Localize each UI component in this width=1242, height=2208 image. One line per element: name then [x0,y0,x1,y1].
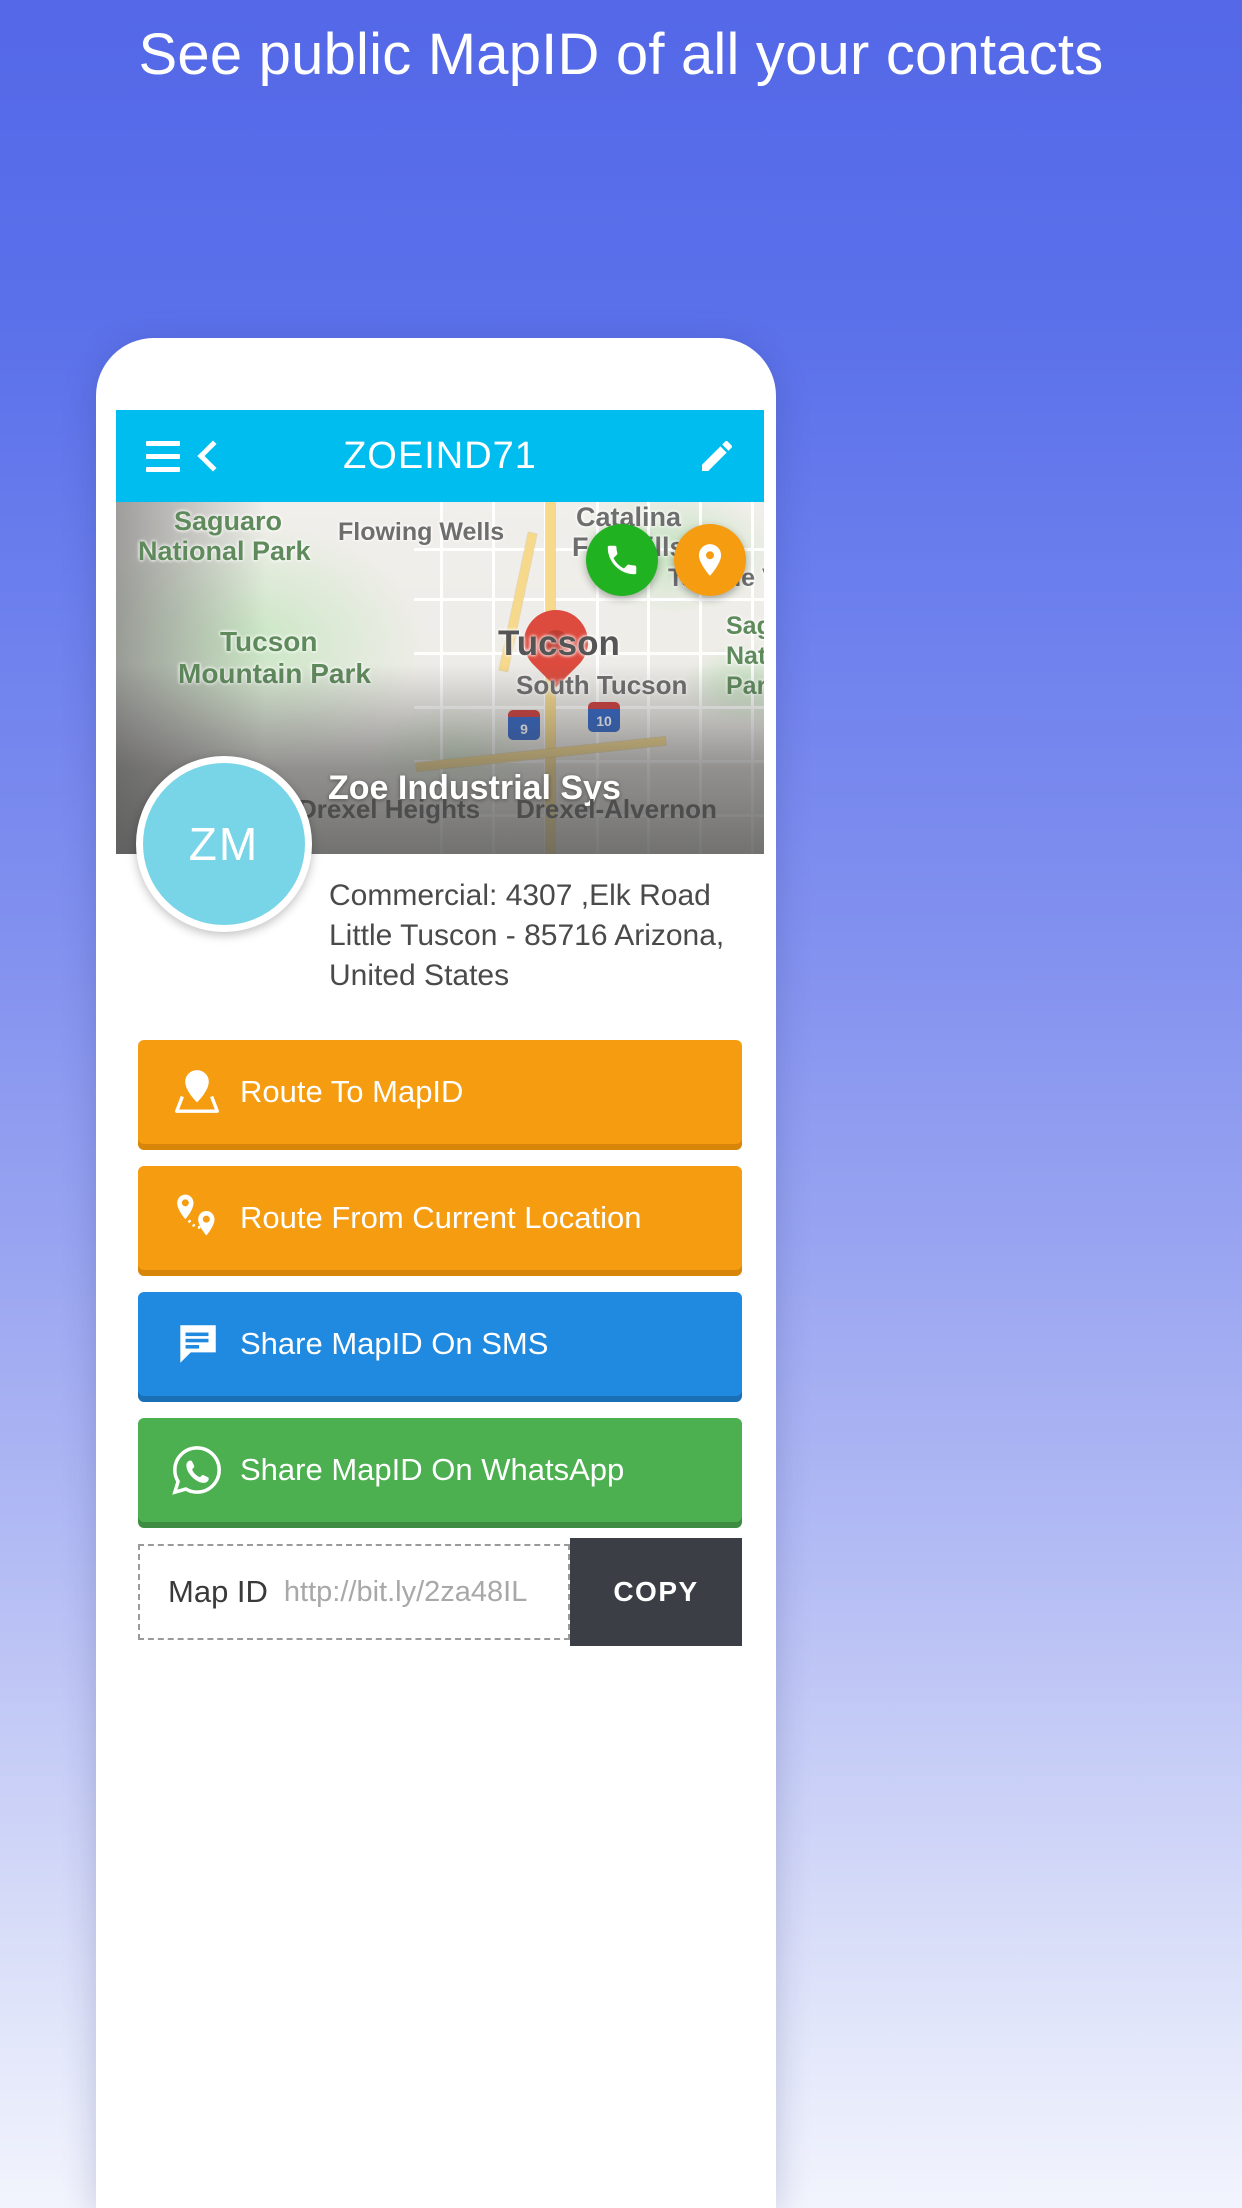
route-to-mapid-button[interactable]: Route To MapID [138,1040,742,1144]
map-label: Drexel-Alvernon [516,794,717,824]
contact-address: Commercial: 4307 ,Elk Road Little Tuscon… [329,876,750,996]
map-label: Flowing Wells [338,518,505,546]
whatsapp-icon [164,1439,230,1501]
location-fab-button[interactable] [674,524,746,596]
app-bar: ZOEIND71 [116,410,764,502]
share-mapid-sms-button[interactable]: Share MapID On SMS [138,1292,742,1396]
address-line: United States [329,959,510,992]
address-line: Little Tuscon - 85716 Arizona, [329,919,725,952]
share-mapid-whatsapp-button[interactable]: Share MapID On WhatsApp [138,1418,742,1522]
mapid-value: http://bit.ly/2za48IL [283,1575,528,1608]
page-headline: See public MapID of all your contacts [138,22,1104,87]
call-fab-button[interactable] [586,524,658,596]
hamburger-menu-icon[interactable] [140,433,186,479]
phone-device-mockup: ZOEIND71 Saguaro National Park Flowing W… [96,338,776,2208]
app-screen: ZOEIND71 Saguaro National Park Flowing W… [116,410,764,2208]
map-label: National Park [138,536,311,566]
map-label: Drexel Heights [298,794,481,824]
map-pin-route-icon [164,1061,230,1123]
button-label: Share MapID On SMS [240,1326,549,1361]
edit-pencil-icon[interactable] [694,433,740,479]
back-chevron-icon[interactable] [186,433,232,479]
sms-message-icon [164,1313,230,1375]
avatar[interactable]: ZM [136,756,312,932]
map-label: Saguaro [174,506,283,536]
action-buttons: Route To MapID Route From Current Locati… [116,1040,764,1522]
button-label: Route From Current Location [240,1200,642,1235]
button-label: Share MapID On WhatsApp [240,1452,625,1487]
route-from-current-location-button[interactable]: Route From Current Location [138,1166,742,1270]
button-label: Route To MapID [240,1074,464,1109]
address-line: Commercial: 4307 ,Elk Road [329,879,711,912]
map-label: Sag [726,612,764,640]
mapid-label: Map ID [168,1574,268,1609]
two-pins-route-icon [164,1187,230,1249]
mapid-input-field[interactable]: Map ID http://bit.ly/2za48IL [138,1544,570,1640]
copy-button[interactable]: COPY [570,1538,742,1646]
contact-info-section: ZM Commercial: 4307 ,Elk Road Little Tus… [116,756,764,1034]
mapid-copy-row: Map ID http://bit.ly/2za48IL COPY [138,1538,742,1646]
map-label: Tucson [220,626,318,657]
map-label: Tucson [498,624,620,663]
